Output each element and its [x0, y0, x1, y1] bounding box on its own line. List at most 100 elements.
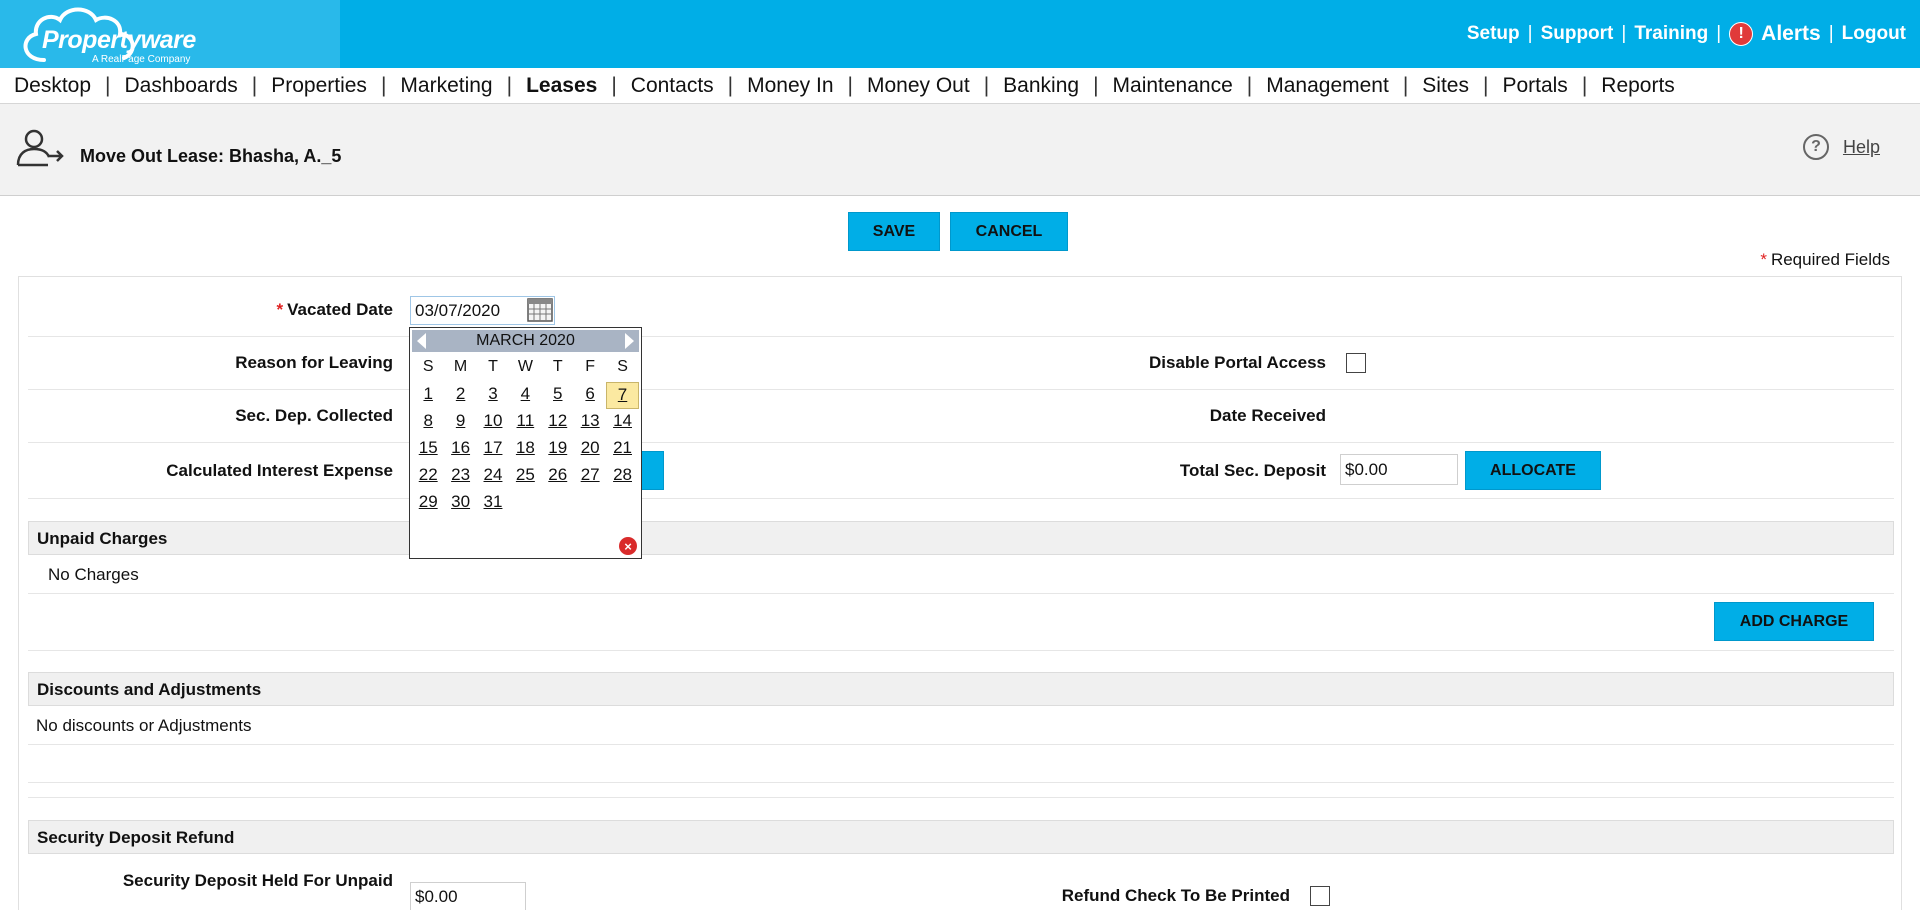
calendar-day[interactable]: 6 [574, 382, 606, 409]
calendar-month-title: MARCH 2020 [476, 332, 575, 349]
calendar-icon[interactable] [527, 298, 553, 322]
logout-link[interactable]: Logout [1842, 23, 1906, 45]
help-icon[interactable]: ? [1802, 134, 1829, 160]
calendar-day[interactable]: 1 [412, 382, 444, 409]
nav-maintenance[interactable]: Maintenance [1113, 70, 1233, 102]
row-divider [28, 336, 1894, 337]
nav-separator: | [105, 73, 111, 97]
nav-management[interactable]: Management [1266, 70, 1389, 102]
calendar-day[interactable]: 31 [477, 490, 509, 517]
next-month-icon[interactable] [625, 333, 634, 349]
nav-properties[interactable]: Properties [271, 70, 367, 102]
calendar-day[interactable]: 15 [412, 436, 444, 463]
calendar-day[interactable]: 22 [412, 463, 444, 490]
calendar-day[interactable]: 25 [509, 463, 541, 490]
top-link-separator: | [1621, 23, 1627, 44]
calendar-day[interactable]: 17 [477, 436, 509, 463]
nav-marketing[interactable]: Marketing [400, 70, 492, 102]
calendar-day[interactable]: 28 [606, 463, 638, 490]
calendar-day[interactable]: 30 [444, 490, 476, 517]
disable-portal-access-label: Disable Portal Access [1148, 353, 1326, 372]
required-fields-text: Required Fields [1770, 250, 1890, 269]
row-divider [28, 442, 1894, 443]
nav-separator: | [506, 73, 513, 97]
page-title: Move Out Lease: Bhasha, A._5 [80, 146, 342, 166]
top-link-separator: | [1828, 23, 1834, 44]
nav-separator: | [727, 73, 734, 97]
calculated-interest-expense-label: Calculated Interest Expense [166, 461, 393, 480]
deposit-held-label: Security Deposit Held For Unpaid [122, 871, 393, 890]
support-link[interactable]: Support [1541, 23, 1614, 45]
nav-reports[interactable]: Reports [1601, 70, 1675, 102]
nav-separator: | [1402, 73, 1409, 97]
calendar-day[interactable]: 29 [412, 490, 444, 517]
move-out-person-icon [16, 129, 64, 167]
row-divider [28, 797, 1894, 798]
nav-desktop[interactable]: Desktop [14, 70, 91, 102]
calendar-day[interactable]: 13 [574, 409, 606, 436]
calendar-day[interactable]: 23 [444, 463, 476, 490]
total-sec-deposit-input[interactable] [1340, 454, 1458, 485]
nav-money-in[interactable]: Money In [747, 70, 833, 102]
row-divider [28, 389, 1894, 390]
logo[interactable]: Propertyware A RealPage Company [0, 0, 340, 68]
calendar-weekday: M [453, 358, 468, 375]
no-charges-text: No Charges [48, 565, 139, 584]
previous-month-icon[interactable] [417, 333, 426, 349]
calendar-day[interactable]: 16 [444, 436, 476, 463]
deposit-held-input[interactable] [410, 882, 526, 910]
help-link[interactable]: Help [1843, 137, 1880, 158]
nav-separator: | [847, 73, 853, 97]
calendar-day[interactable]: 12 [542, 409, 574, 436]
main-nav: Desktop | Dashboards | Properties | Marketi… [0, 68, 1920, 108]
calendar-day[interactable]: 26 [542, 463, 574, 490]
row-divider [28, 498, 1894, 499]
vacated-date-label: * Vacated Date [150, 300, 393, 320]
nav-dashboards[interactable]: Dashboards [125, 70, 238, 102]
row-divider [28, 593, 1894, 594]
calendar-day[interactable]: 18 [509, 436, 541, 463]
calendar-day[interactable]: 2 [444, 382, 476, 409]
calendar-weekday: S [422, 358, 434, 375]
close-calendar-icon[interactable]: × [619, 537, 637, 555]
alerts-link[interactable]: Alerts [1761, 22, 1821, 46]
top-header: Propertyware A RealPage Company Setup | … [0, 0, 1920, 68]
calendar-grid: S M T W T F S 1 2 3 4 5 6 7 8 9 10 11 12 13 14 15 16 17 18 19 20 21… [412, 355, 639, 517]
setup-link[interactable]: Setup [1467, 23, 1520, 45]
refund-check-label: Refund Check To Be Printed [1061, 886, 1290, 905]
training-link[interactable]: Training [1634, 23, 1708, 45]
calendar-day[interactable]: 14 [606, 409, 638, 436]
refund-check-checkbox[interactable] [1310, 886, 1330, 906]
row-divider [28, 782, 1894, 783]
save-button[interactable]: SAVE [848, 212, 940, 251]
nav-sites[interactable]: Sites [1422, 70, 1469, 102]
nav-banking[interactable]: Banking [1003, 70, 1079, 102]
calendar-day[interactable]: 20 [574, 436, 606, 463]
calendar-day[interactable]: 24 [477, 463, 509, 490]
nav-portals[interactable]: Portals [1502, 70, 1567, 102]
nav-contacts[interactable]: Contacts [631, 70, 714, 102]
calendar-day[interactable]: 4 [509, 382, 541, 409]
calendar-day[interactable]: 8 [412, 409, 444, 436]
calendar-weekday: T [552, 358, 563, 375]
calendar-weekday: W [517, 358, 533, 375]
calendar-day[interactable]: 21 [606, 436, 638, 463]
nav-separator: | [611, 73, 617, 97]
calendar-day[interactable]: 3 [477, 382, 509, 409]
calendar-day[interactable]: 10 [477, 409, 509, 436]
cancel-button[interactable]: CANCEL [950, 212, 1068, 251]
top-links: Setup | Support | Training | ! Alerts | … [1467, 22, 1906, 46]
nav-leases[interactable]: Leases [514, 70, 610, 108]
calendar-day[interactable]: 27 [574, 463, 606, 490]
help-area: ? Help [1802, 134, 1880, 160]
calendar-day[interactable]: 19 [542, 436, 574, 463]
nav-money-out[interactable]: Money Out [867, 70, 970, 102]
disable-portal-access-checkbox[interactable] [1346, 353, 1366, 373]
calendar-day-selected[interactable]: 7 [606, 382, 639, 409]
add-charge-button[interactable]: ADD CHARGE [1714, 602, 1874, 641]
allocate-button[interactable]: ALLOCATE [1465, 451, 1601, 490]
calendar-day[interactable]: 9 [444, 409, 476, 436]
calendar-day[interactable]: 11 [509, 409, 541, 436]
alert-icon[interactable]: ! [1729, 22, 1754, 46]
calendar-day[interactable]: 5 [542, 382, 574, 409]
